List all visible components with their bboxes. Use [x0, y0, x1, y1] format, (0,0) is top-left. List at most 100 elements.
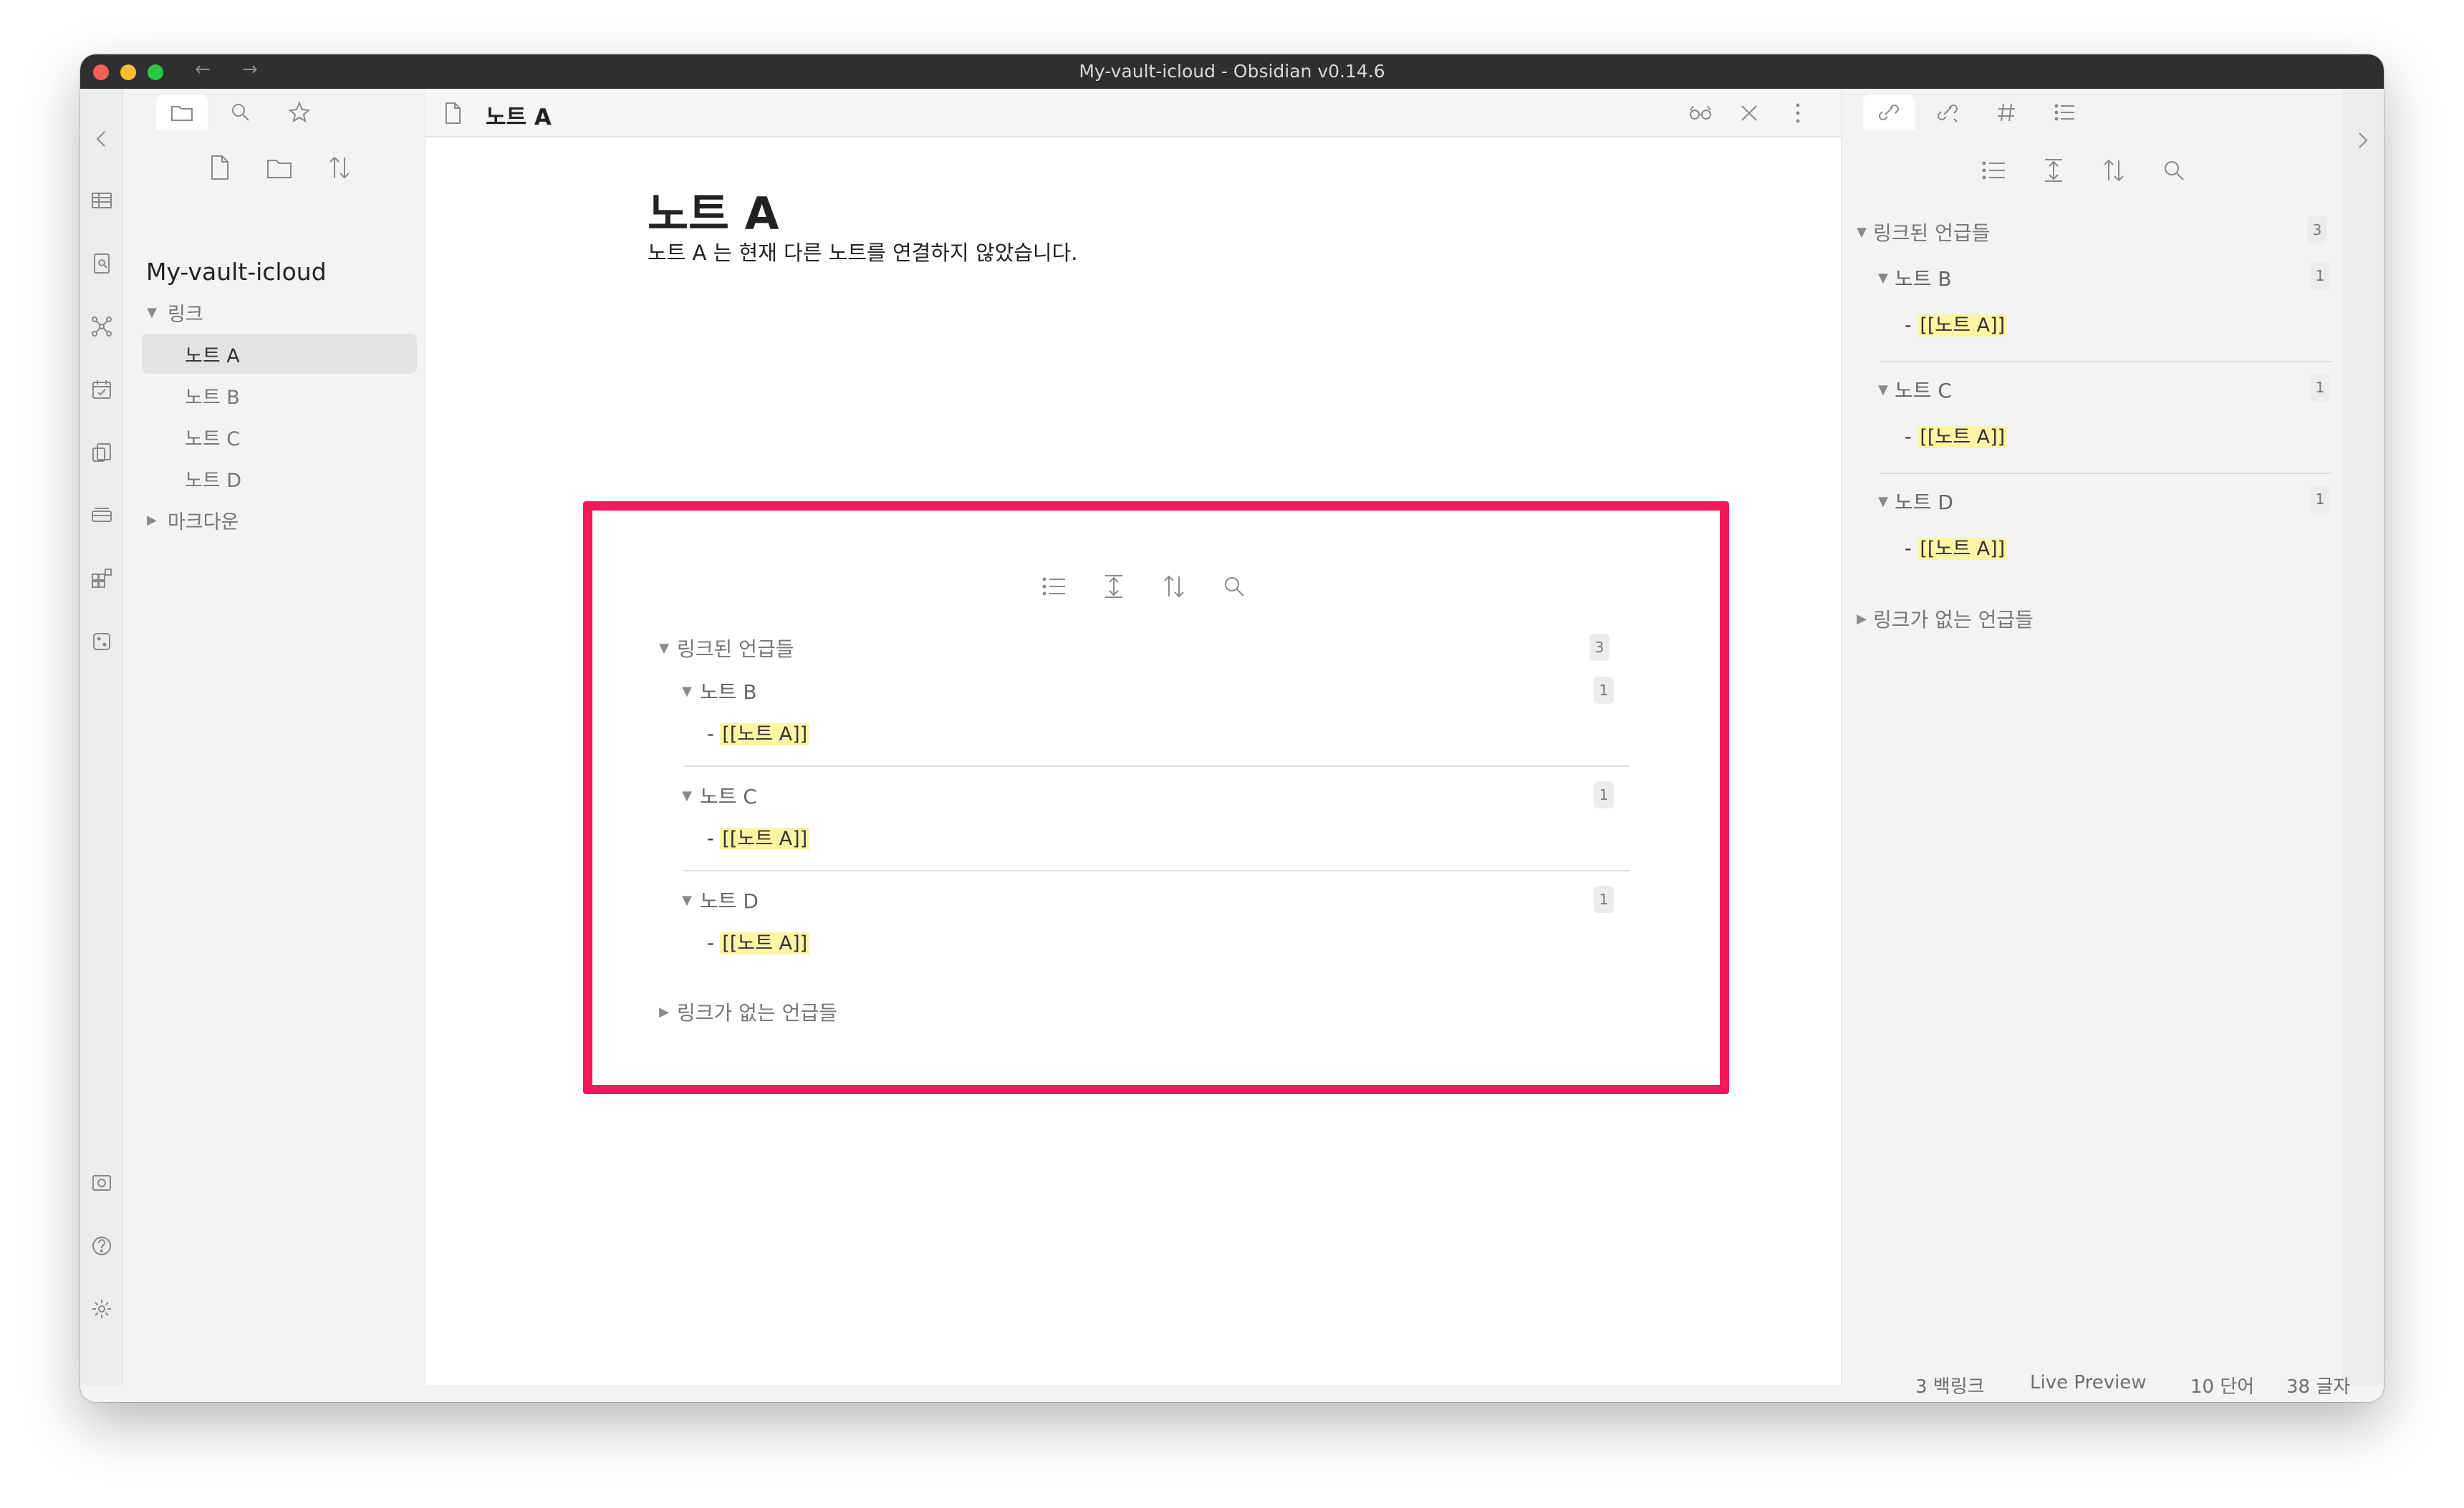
chevron-down-icon: ▼ — [682, 683, 692, 699]
collapse-right-icon[interactable] — [2351, 129, 2374, 152]
backlink-group-note-d[interactable]: ▼ 노트 D — [1873, 487, 1953, 516]
editor-tab-header: 노트 A — [425, 89, 1841, 137]
more-options-icon[interactable] — [1785, 100, 1811, 126]
outgoing-links-tab[interactable] — [1922, 95, 1973, 130]
chevron-down-icon: ▼ — [1878, 493, 1888, 509]
settings-icon[interactable] — [90, 1297, 113, 1320]
linked-count-badge: 3 — [1589, 634, 1609, 661]
window-title: My-vault-icloud - Obsidian v0.14.6 — [1079, 61, 1385, 82]
group-divider — [684, 765, 1630, 767]
group-divider — [1880, 473, 2331, 474]
unlinked-mentions-header[interactable]: ▶ 링크가 없는 언급들 — [654, 997, 837, 1026]
backlink-snippet[interactable]: - [[노트 A]] — [1905, 533, 2008, 561]
search-icon[interactable] — [1220, 572, 1251, 604]
collapse-results-icon[interactable] — [1979, 156, 2011, 188]
backlink-note-name: 노트 B — [700, 680, 757, 704]
chevron-down-icon: ▼ — [147, 304, 157, 320]
group-count-badge: 1 — [2310, 262, 2330, 289]
backlink-note-name: 노트 C — [700, 785, 757, 808]
chevron-down-icon: ▼ — [1857, 224, 1867, 240]
help-icon[interactable] — [90, 1234, 113, 1257]
search-icon[interactable] — [2160, 156, 2191, 188]
new-folder-button[interactable] — [265, 153, 297, 185]
linked-mentions-header[interactable]: ▼ 링크된 언급들 — [654, 634, 794, 662]
backlink-snippet[interactable]: - [[노트 A]] — [707, 718, 810, 746]
group-count-badge: 1 — [1594, 781, 1614, 808]
tree-item-note-c[interactable]: 노트 C — [142, 417, 417, 457]
new-note-button[interactable] — [205, 153, 236, 185]
backlink-group-note-b[interactable]: ▼ 노트 B — [1873, 264, 1952, 292]
backlink-group-note-c[interactable]: ▼ 노트 C — [677, 781, 757, 810]
expand-icon[interactable] — [2039, 156, 2071, 188]
note-title[interactable]: 노트 A — [648, 178, 779, 242]
tags-tab[interactable] — [1981, 95, 2032, 130]
tree-item-note-b[interactable]: 노트 B — [142, 375, 417, 415]
sort-icon[interactable] — [2099, 156, 2131, 188]
sort-icon[interactable] — [1160, 572, 1191, 604]
status-char-count: 38 글자 — [2286, 1376, 2351, 1398]
group-count-badge: 1 — [2310, 485, 2330, 513]
unlinked-mentions-label: 링크가 없는 언급들 — [1873, 608, 2034, 632]
kanban-icon[interactable] — [90, 504, 113, 527]
highlighted-link: [[노트 A]] — [1917, 426, 2008, 448]
chevron-down-icon: ▼ — [682, 788, 692, 803]
tree-item-label: 노트 A — [185, 344, 240, 367]
note-body-text[interactable]: 노트 A 는 현재 다른 노트를 연결하지 않았습니다. — [648, 236, 1078, 266]
group-divider — [684, 870, 1630, 871]
tree-item-label: 노트 D — [185, 469, 242, 492]
chevron-right-icon: ▶ — [147, 512, 157, 528]
file-icon — [440, 100, 466, 126]
status-editor-mode[interactable]: Live Preview — [2030, 1372, 2147, 1393]
tree-folder-links[interactable]: ▼ 링크 — [142, 292, 417, 332]
vault-name[interactable]: My-vault-icloud — [146, 258, 327, 286]
starred-tab[interactable] — [274, 95, 325, 130]
status-backlinks[interactable]: 3 백링크 — [1915, 1372, 1985, 1398]
left-ribbon — [80, 89, 123, 1385]
group-divider — [1880, 361, 2331, 362]
sort-button[interactable] — [325, 153, 357, 185]
vault-icon[interactable] — [90, 1171, 113, 1194]
collapse-left-icon[interactable] — [90, 127, 113, 150]
highlighted-link: [[노트 A]] — [1917, 538, 2008, 560]
backlink-note-name: 노트 B — [1895, 267, 1952, 291]
editor-tab-title[interactable]: 노트 A — [486, 99, 552, 131]
search-tab[interactable] — [215, 95, 266, 130]
bullet-dash: - — [707, 828, 714, 850]
linked-count-badge: 3 — [2307, 216, 2327, 243]
calendar-icon[interactable] — [90, 378, 113, 401]
tree-item-note-a[interactable]: 노트 A — [142, 334, 417, 374]
backlinks-panel: ▼ 링크된 언급들 3 ▼ 노트 B 1 - [[노트 A]] ▼ 노트 C 1… — [1841, 89, 2342, 1385]
files-tab[interactable] — [156, 95, 208, 130]
copy-icon[interactable] — [90, 441, 113, 464]
backlink-snippet[interactable]: - [[노트 A]] — [1905, 421, 2008, 449]
table-icon[interactable] — [90, 189, 113, 212]
plugin-grid-icon[interactable] — [90, 567, 113, 590]
group-count-badge: 1 — [2310, 374, 2330, 401]
backlink-snippet[interactable]: - [[노트 A]] — [1905, 309, 2008, 337]
backlinks-tab[interactable] — [1863, 95, 1915, 130]
bullet-dash: - — [707, 932, 714, 954]
highlighted-link: [[노트 A]] — [720, 828, 810, 850]
expand-icon[interactable] — [1099, 572, 1131, 604]
document-search-icon[interactable] — [90, 252, 113, 275]
editor-pane: 노트 A 노트 A 노트 A 는 현재 다른 노트를 연결하지 않았습니다. ▼… — [425, 89, 1841, 1385]
right-ribbon — [2342, 89, 2384, 1385]
tree-item-note-d[interactable]: 노트 D — [142, 458, 417, 498]
collapse-results-icon[interactable] — [1039, 572, 1071, 604]
tree-item-label: 마크다운 — [168, 511, 239, 533]
highlighted-link: [[노트 A]] — [1917, 314, 2008, 337]
backlink-group-note-c[interactable]: ▼ 노트 C — [1873, 375, 1952, 404]
backlink-snippet[interactable]: - [[노트 A]] — [707, 927, 810, 955]
graph-icon[interactable] — [90, 315, 113, 338]
close-icon[interactable] — [1736, 100, 1762, 126]
unlinked-mentions-header[interactable]: ▶ 링크가 없는 언급들 — [1852, 604, 2034, 633]
chevron-down-icon: ▼ — [1878, 270, 1888, 286]
backlink-group-note-d[interactable]: ▼ 노트 D — [677, 886, 759, 914]
linked-mentions-header[interactable]: ▼ 링크된 언급들 — [1852, 218, 1990, 246]
dice-icon[interactable] — [90, 630, 113, 653]
outline-tab[interactable] — [2039, 95, 2091, 130]
backlink-snippet[interactable]: - [[노트 A]] — [707, 823, 810, 851]
reading-view-icon[interactable] — [1688, 100, 1713, 126]
tree-folder-markdown[interactable]: ▶ 마크다운 — [142, 500, 417, 540]
backlink-group-note-b[interactable]: ▼ 노트 B — [677, 677, 757, 705]
